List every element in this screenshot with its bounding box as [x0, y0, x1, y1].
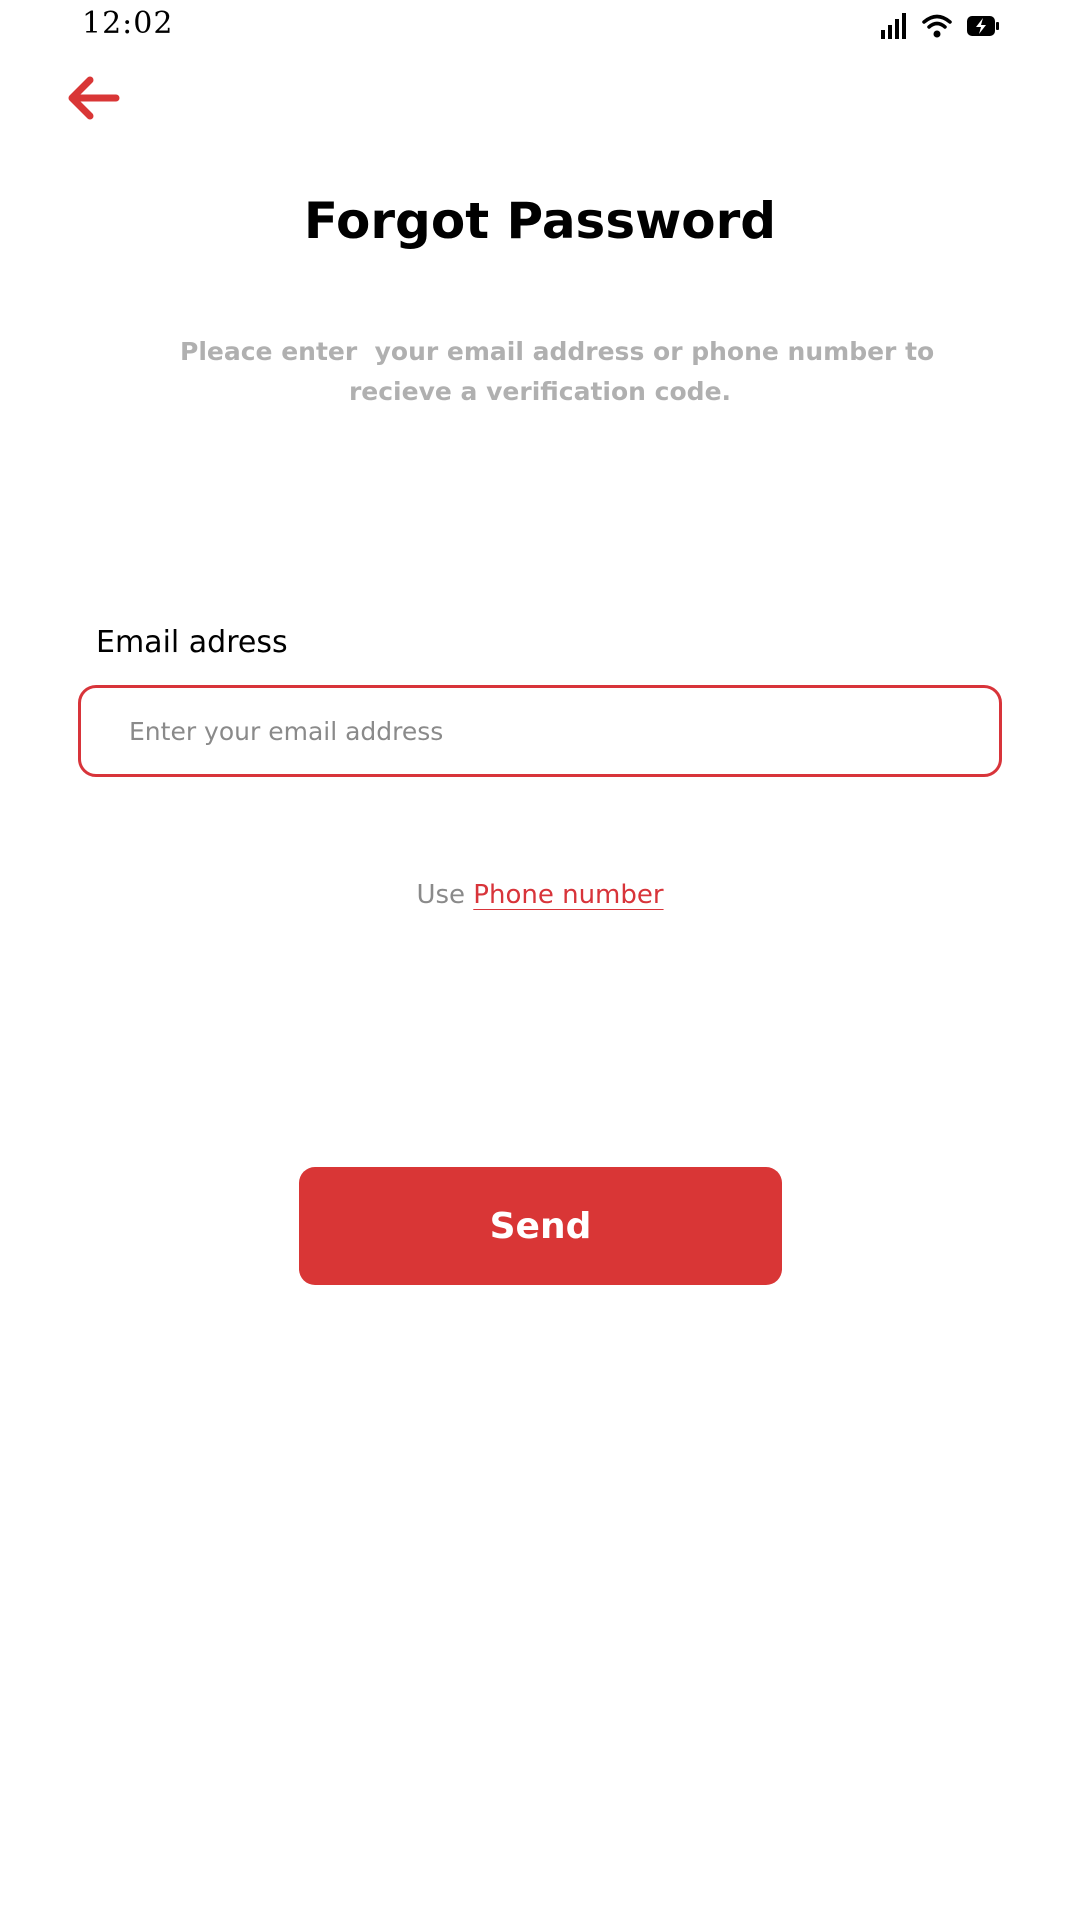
- email-input[interactable]: [81, 688, 999, 774]
- status-time: 12:02: [82, 6, 174, 41]
- alt-method-prefix: Use: [416, 880, 466, 910]
- send-button[interactable]: Send: [299, 1167, 782, 1285]
- status-icons: [880, 12, 1000, 40]
- subtitle: Pleace enter your email address or phone…: [180, 332, 935, 412]
- back-button[interactable]: [66, 76, 120, 120]
- signal-icon: [880, 12, 908, 40]
- use-phone-number-link[interactable]: Phone number: [473, 880, 663, 910]
- alt-method-row: Use Phone number: [0, 880, 1080, 910]
- arrow-left-icon: [66, 76, 120, 124]
- email-label: Email adress: [96, 625, 288, 660]
- wifi-icon: [922, 13, 952, 39]
- page-title: Forgot Password: [303, 192, 777, 250]
- subtitle-line-2: recieve a verification code.: [348, 377, 732, 406]
- subtitle-line-1: Pleace enter your email address or phone…: [180, 337, 935, 366]
- battery-charging-icon: [966, 15, 1000, 37]
- email-field[interactable]: [78, 685, 1002, 777]
